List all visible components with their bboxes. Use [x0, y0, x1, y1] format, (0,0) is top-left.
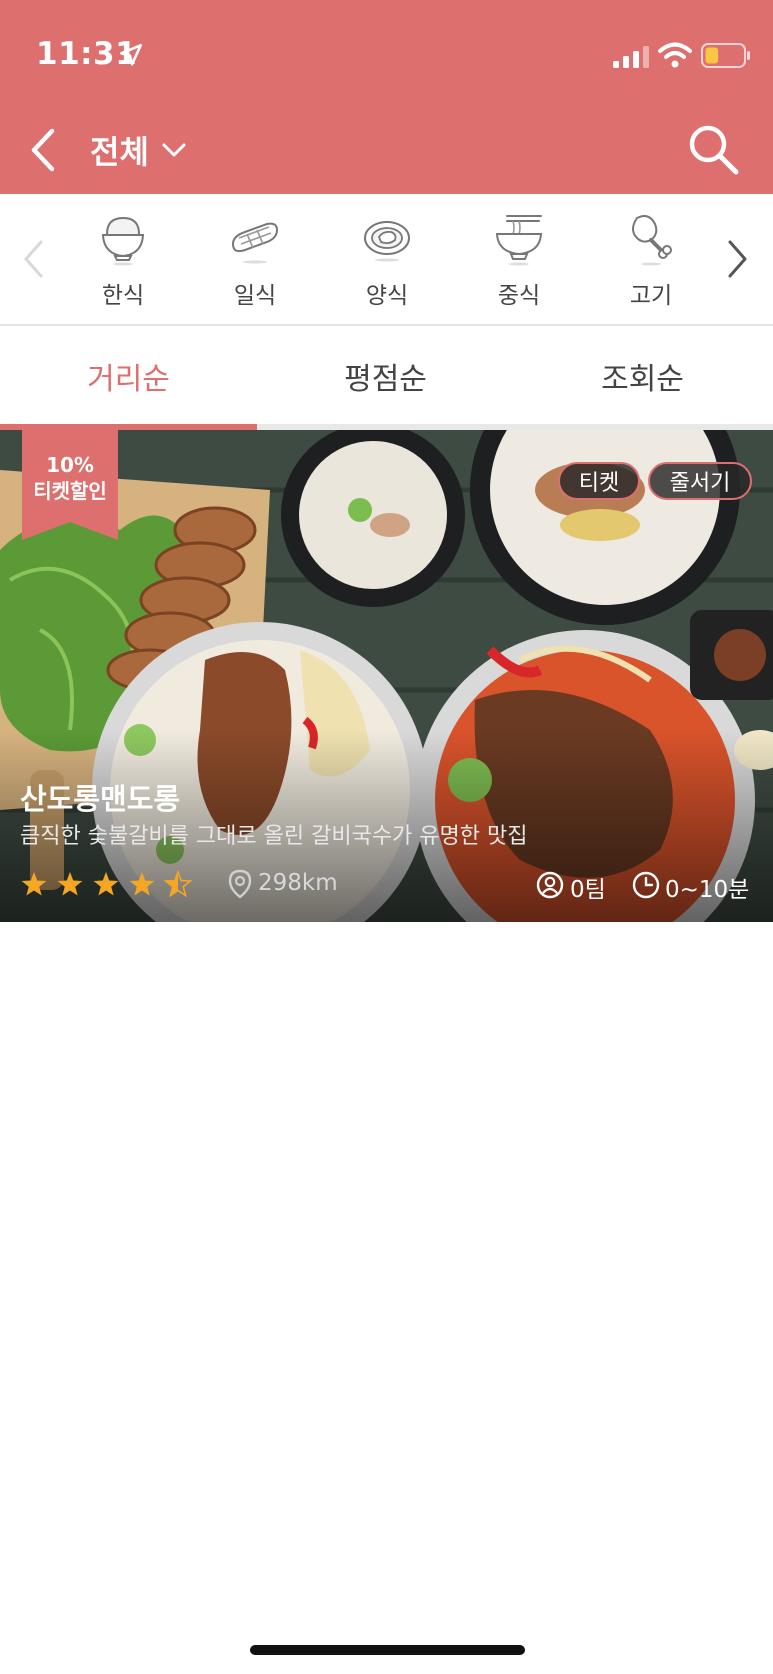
location-pin-icon	[228, 869, 252, 899]
discount-percent: 10%	[46, 453, 94, 477]
search-button[interactable]	[680, 116, 746, 182]
category-item-chinese[interactable]: 중식	[464, 210, 574, 314]
steak-plate-icon	[364, 221, 410, 262]
category-item-western[interactable]: 양식	[332, 210, 442, 314]
tab-distance[interactable]: 거리순	[0, 328, 257, 424]
wait-time: 0~10분	[665, 877, 750, 903]
tag-ticket[interactable]: 티켓	[558, 462, 640, 500]
star-icon	[57, 872, 83, 896]
nav-title: 전체	[90, 133, 149, 171]
discount-label: 티켓할인	[33, 479, 107, 503]
clock-icon	[632, 871, 660, 899]
location-arrow-icon	[119, 43, 143, 66]
back-arrow-icon	[31, 128, 55, 172]
category-strip: 한식 일식 양식 중식 고기	[0, 194, 773, 326]
cellular-signal-icon	[613, 46, 649, 68]
discount-badge: 10% 티켓할인	[22, 452, 118, 504]
category-label: 양식	[365, 283, 409, 309]
home-indicator	[250, 1645, 525, 1655]
chevron-right-icon	[728, 240, 747, 278]
nav-bar: 전체	[0, 110, 773, 194]
restaurant-name: 산도롱맨도롱	[20, 782, 181, 816]
category-item-japanese[interactable]: 일식	[200, 210, 310, 314]
restaurant-card[interactable]: 10% 티켓할인 티켓 줄서기 산도롱맨도롱 큼직한 숯불갈비를 그대로 올린 …	[0, 430, 773, 922]
app-screen: 11:31 전체 한식 일식 양식 중식 고기 거리순 평점순 조회순 10% …	[0, 0, 773, 1674]
category-label: 한식	[101, 283, 145, 309]
wifi-icon	[658, 42, 692, 68]
star-icon	[93, 872, 119, 896]
sushi-icon	[231, 222, 279, 264]
waiting-team-count: 0팀	[570, 877, 606, 903]
chevron-left-icon	[24, 240, 43, 278]
noodle-bowl-icon	[495, 215, 543, 266]
distance: 298km	[258, 870, 338, 896]
star-rating	[21, 870, 193, 898]
battery-icon	[701, 43, 750, 68]
restaurant-description: 큼직한 숯불갈비를 그대로 올린 갈비국수가 유명한 맛집	[20, 824, 528, 849]
chevron-down-icon	[162, 143, 186, 157]
category-dropdown[interactable]: 전체	[90, 122, 187, 178]
person-icon	[536, 871, 564, 899]
category-prev-button[interactable]	[18, 234, 48, 284]
sort-tabs: 거리순 평점순 조회순	[0, 328, 773, 428]
star-icon	[129, 872, 155, 896]
drumstick-icon	[632, 215, 672, 266]
category-label: 일식	[233, 283, 277, 309]
category-next-button[interactable]	[723, 234, 753, 284]
category-label: 중식	[497, 283, 541, 309]
category-label: 고기	[629, 283, 673, 309]
back-button[interactable]	[18, 120, 68, 180]
tab-views[interactable]: 조회순	[514, 328, 771, 424]
star-icon	[163, 870, 193, 898]
category-item-korean[interactable]: 한식	[68, 210, 178, 314]
tag-queue[interactable]: 줄서기	[648, 462, 752, 500]
star-icon	[21, 872, 47, 896]
search-icon	[689, 125, 739, 175]
category-item-meat[interactable]: 고기	[596, 210, 706, 314]
header: 11:31 전체	[0, 0, 773, 194]
tab-rating[interactable]: 평점순	[257, 328, 514, 424]
status-bar: 11:31	[0, 0, 773, 110]
rice-bowl-icon	[101, 216, 145, 266]
